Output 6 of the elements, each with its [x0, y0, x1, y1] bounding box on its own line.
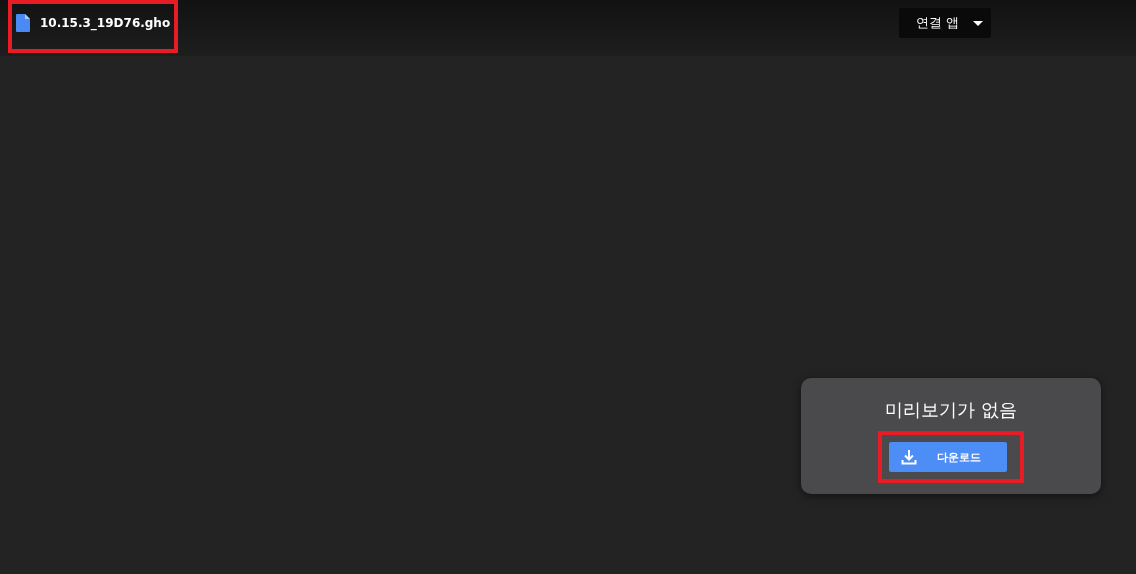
- file-name: 10.15.3_19D76.gho: [40, 15, 171, 30]
- no-preview-message: 미리보기가 없음: [885, 398, 1017, 422]
- caret-icon: [973, 20, 983, 26]
- open-with-button[interactable]: 연결 앱: [899, 8, 991, 38]
- download-icon: [901, 449, 917, 465]
- file-icon: [16, 13, 30, 32]
